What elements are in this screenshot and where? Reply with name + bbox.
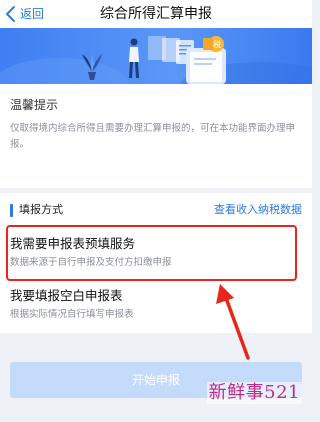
annotation-arrow-icon (216, 284, 250, 360)
banner: 税 (0, 28, 312, 84)
filing-method-card: 填报方式 查看收入纳税数据 我需要申报表预填服务 数据来源于自行申报及支付方扣缴… (0, 193, 312, 333)
person-icon (129, 38, 139, 78)
option-desc: 数据来源于自行申报及支付方扣缴申报 (10, 257, 172, 268)
svg-text:税: 税 (213, 39, 221, 49)
option-desc: 根据实际情况自行填写申报表 (10, 309, 134, 320)
section-title: 填报方式 (19, 203, 63, 216)
section-accent-bar (10, 204, 13, 217)
nav-bar: 返回 综合所得汇算申报 (0, 0, 312, 28)
option-title: 我需要申报表预填服务 (10, 236, 136, 251)
phone-icon (186, 48, 226, 84)
watermark-text: 新鲜事521 (206, 382, 302, 404)
notice-body: 仅取得境内综合所得且需要办理汇算申报的，可在本功能界面办理申报。 (10, 123, 296, 150)
notice-title: 温馨提示 (10, 98, 59, 112)
notice-card: 温馨提示 仅取得境内综合所得且需要办理汇算申报的，可在本功能界面办理申报。 (0, 84, 312, 188)
tax-badge-icon: 税 (203, 36, 224, 52)
option-title: 我要填报空白申报表 (10, 288, 123, 303)
option-blank-form[interactable]: 我要填报空白申报表 根据实际情况自行填写申报表 (0, 285, 312, 329)
divider (10, 225, 302, 226)
banner-illustration: 税 (0, 36, 312, 84)
option-prefill-service[interactable]: 我需要申报表预填服务 数据来源于自行申报及支付方扣缴申报 (0, 229, 312, 281)
view-income-tax-data-link[interactable]: 查看收入纳税数据 (214, 201, 302, 219)
page-title: 综合所得汇算申报 (100, 6, 212, 22)
